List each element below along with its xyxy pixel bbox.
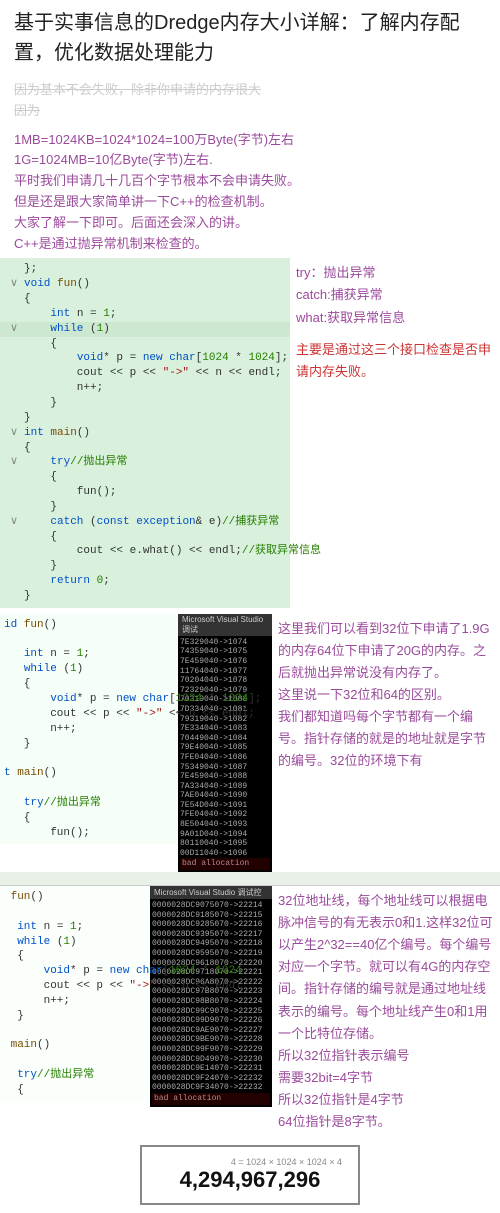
side2-a: 这里我们可以看到32位下申请了1.9G的内存64位下申请了20G的内存。之后就抛… [278, 618, 494, 684]
side1-c: what:获取异常信息 [296, 307, 494, 329]
intro-paragraph: 1MB=1024KB=1024*1024=100万Byte(字节)左右 1G=1… [0, 126, 500, 259]
side2-e: 需要32bit=4字节 [278, 1067, 494, 1089]
calculator-result: 4 = 1024 × 1024 × 1024 × 4 4,294,967,296 [140, 1145, 360, 1205]
code-block-2: id fun() int n = 1; while (1) { void* p … [0, 614, 178, 845]
intro-l3: 平时我们申请几十几百个字节根本不会申请失败。 [14, 171, 486, 192]
intro-l4: 但是还是跟大家简单讲一下C++的检查机制。 [14, 192, 486, 213]
side2-b: 这里说一下32位和64的区别。 [278, 684, 494, 706]
article-title: 基于实事信息的Dredge内存大小详解：了解内存配置，优化数据处理能力 [0, 0, 500, 76]
intro-l5: 大家了解一下即可。后面还会深入的讲。 [14, 213, 486, 234]
side2-f: 所以32位指针是4字节 [278, 1089, 494, 1111]
struck-para: 因为基本不会失败，除非你申请的内存很大 因为 [0, 76, 500, 126]
side1-a: try：抛出异常 [296, 262, 494, 284]
side2-g: 64位指针是8字节。 [278, 1111, 494, 1133]
side-note-1: try：抛出异常 catch:捕获异常 what:获取异常信息 主要是通过这三个… [290, 258, 500, 386]
side2-c-part1: 我们都知道吗每个字节都有一个编号。指针存储的就是的地址就是字节的编号。32位的环… [278, 706, 494, 772]
side-note-2b: 32位地址线，每个地址线可以根据电脉冲信号的有无表示0和1.这样32位可以产生2… [272, 886, 500, 1137]
intro-l6: C++是通过抛异常机制来检查的。 [14, 234, 486, 255]
code-block-3: fun() int n = 1; while (1) { void* p = n… [0, 886, 150, 1102]
console-output-2: 0000028DC9075070->222140000028DC9185070-… [150, 899, 272, 1106]
console2-head: Microsoft Visual Studio 调试控 [150, 886, 272, 899]
code-block-1: }; ∨void fun() { int n = 1; ∨ while (1) … [0, 258, 290, 607]
side2-c-part2: 32位地址线，每个地址线可以根据电脉冲信号的有无表示0和1.这样32位可以产生2… [278, 890, 494, 1045]
calc-value: 4,294,967,296 [158, 1167, 342, 1193]
intro-l1: 1MB=1024KB=1024*1024=100万Byte(字节)左右 [14, 130, 486, 151]
editor-ribbon [0, 872, 500, 886]
console-output-1: 7E329040->107474359040->10757E459040->10… [178, 636, 272, 872]
side-note-2a: 这里我们可以看到32位下申请了1.9G的内存64位下申请了20G的内存。之后就抛… [272, 614, 500, 777]
console1-head: Microsoft Visual Studio 调试 [178, 614, 272, 636]
grey-line-2: 因为 [14, 103, 40, 118]
grey-line-1: 因为基本不会失败，除非你申请的内存很大 [14, 82, 261, 97]
intro-l2: 1G=1024MB=10亿Byte(字节)左右. [14, 150, 486, 171]
side1-b: catch:捕获异常 [296, 284, 494, 306]
side2-d: 所以32位指针表示编号 [278, 1045, 494, 1067]
side1-d: 主要是通过这三个接口检查是否申请内存失败。 [296, 339, 494, 383]
calc-equation: 4 = 1024 × 1024 × 1024 × 4 [158, 1157, 342, 1167]
